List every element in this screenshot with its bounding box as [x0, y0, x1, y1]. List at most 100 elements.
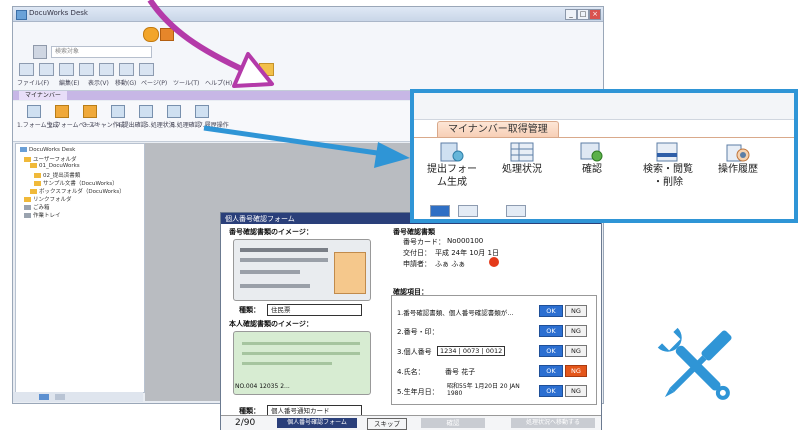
callout-item-operation-history[interactable]: 操作履歴	[708, 141, 768, 176]
tools-wrench-screwdriver-icon	[657, 327, 732, 400]
my-number-form-dialog: 個人番号確認フォーム 番号確認書類のイメージ： 種類： 住民票 本人確認書類のイ…	[220, 212, 602, 430]
ribbon-move-icon[interactable]	[79, 63, 94, 76]
folder-icon	[34, 181, 41, 186]
minimize-button[interactable]: _	[565, 9, 577, 20]
number-field-label-2: 交付日：	[403, 249, 431, 257]
folder-icon	[30, 163, 37, 168]
mtool-label-4: 4.提出確認	[117, 122, 147, 129]
scan-icon[interactable]	[83, 105, 97, 118]
check-5-ok-button[interactable]: OK	[539, 385, 563, 397]
folder-icon	[30, 189, 37, 194]
check-value-4: 番号 花子	[445, 368, 476, 376]
ribbon-edit-icon[interactable]	[39, 63, 54, 76]
callout-topbar	[414, 93, 794, 120]
process-status-icon[interactable]	[139, 105, 153, 118]
skip-button[interactable]: スキップ	[367, 418, 407, 430]
window-titlebar: DocuWorks Desk _ □ ×	[13, 7, 603, 22]
number-field-label-1: 番号カード：	[403, 238, 445, 246]
person-photo-icon	[334, 252, 366, 294]
check-label-5: 5.生年月日：	[397, 388, 439, 396]
card-line	[240, 284, 310, 288]
tree-item-root[interactable]: DocuWorks Desk	[20, 147, 75, 153]
tree-item-02[interactable]: 02_提出済書類	[34, 171, 80, 179]
callout-view-thumb-icon[interactable]	[430, 205, 450, 217]
window-title: DocuWorks Desk	[29, 9, 88, 17]
callout-item-form-generate[interactable]: 提出フォー ム生成	[422, 141, 482, 189]
form-footer-button-1[interactable]: 個人番号確認フォーム	[277, 418, 357, 428]
folder-tree: DocuWorks Desk ユーザーフォルダ 01_DocuWorks 02_…	[15, 143, 145, 393]
search-view-delete-icon	[656, 142, 678, 162]
process-confirm-icon[interactable]	[167, 105, 181, 118]
number-field-value-1: No000100	[447, 237, 484, 245]
page-counter: 2/90	[235, 418, 256, 428]
form-header-title: 個人番号確認フォーム	[225, 215, 295, 223]
ribbon: 検索対象 ファイル(F) 編集(E) 表示(V) 移動(G) ページ(P) ツー…	[13, 22, 603, 91]
number-section-title: 番号確認書類	[393, 228, 435, 236]
callout-label-form-generate: 提出フォー ム生成	[427, 164, 477, 188]
check-label-2: 2.番号・印：	[397, 328, 439, 336]
ribbon-label-view: 表示(V)	[88, 80, 109, 87]
status-list-icon[interactable]	[55, 394, 65, 400]
callout-item-confirm[interactable]: 確認	[562, 141, 622, 176]
check-2-ng-button[interactable]: NG	[565, 325, 587, 337]
card1-type-select[interactable]: 住民票	[267, 304, 362, 316]
move-to-status-button[interactable]: 処理状況へ移動する	[511, 418, 595, 428]
identity-doc-image-title: 本人確認書類のイメージ：	[229, 320, 313, 328]
callout-item-search-view-delete[interactable]: 検索・閲覧 ・削除	[636, 141, 700, 189]
check-value-5: 昭和55年 1月20日 20 JAN 1980	[447, 383, 520, 397]
status-view-icon[interactable]	[39, 394, 49, 400]
check-5-ng-button[interactable]: NG	[565, 385, 587, 397]
folder-icon	[24, 157, 31, 162]
tree-item-link[interactable]: リンクフォルダ	[24, 195, 72, 203]
card1-type-label: 種類：	[239, 306, 260, 314]
callout-label-process-status: 処理状況	[502, 164, 542, 175]
ribbon-label-file: ファイル(F)	[17, 80, 50, 87]
card-line	[242, 352, 360, 355]
check-3-ng-button[interactable]: NG	[565, 345, 587, 357]
check-4-ok-button[interactable]: OK	[539, 365, 563, 377]
submit-confirm-icon[interactable]	[111, 105, 125, 118]
number-doc-image-title: 番号確認書類のイメージ：	[229, 228, 313, 236]
check-4-ng-button[interactable]: NG	[565, 365, 587, 377]
callout-tab-underline	[414, 137, 794, 138]
check-label-4: 4.氏名：	[397, 368, 425, 376]
number-field-value-3: ふぁ ふぁ	[435, 260, 466, 268]
callout-view-list-icon[interactable]	[458, 205, 478, 217]
magenta-arrow-shaft	[147, 0, 250, 75]
ribbon-file-icon[interactable]	[19, 63, 34, 76]
check-1-ng-button[interactable]: NG	[565, 305, 587, 317]
confirm-check-icon	[580, 142, 603, 162]
confirm-button[interactable]: 確認	[421, 418, 485, 428]
tree-item-tray[interactable]: 作業トレイ	[24, 211, 61, 219]
form-generate-icon[interactable]	[27, 105, 41, 118]
tab-my-number[interactable]: マイナンバー	[19, 91, 67, 100]
check-1-ok-button[interactable]: OK	[539, 305, 563, 317]
number-field-label-3: 申請者：	[403, 260, 431, 268]
check-3-ok-button[interactable]: OK	[539, 345, 563, 357]
check-label-3: 3.個人番号	[397, 348, 432, 356]
status-table-icon	[510, 142, 534, 162]
tree-item-01[interactable]: 01_DocuWorks	[30, 163, 80, 169]
desk-icon	[20, 147, 27, 152]
maximize-button[interactable]: □	[577, 9, 589, 20]
form-page-icon[interactable]	[55, 105, 69, 118]
card-line	[242, 342, 360, 345]
callout-label-operation-history: 操作履歴	[718, 164, 758, 175]
check-2-ok-button[interactable]: OK	[539, 325, 563, 337]
ribbon-page-icon[interactable]	[99, 63, 114, 76]
tree-item-box[interactable]: ボックスフォルダ（DocuWorks）	[30, 187, 125, 195]
close-button[interactable]: ×	[589, 9, 601, 20]
callout-view-detail-icon[interactable]	[506, 205, 526, 217]
tree-item-user-folder[interactable]: ユーザーフォルダ	[24, 155, 77, 163]
folder-icon	[24, 197, 31, 202]
printer-icon[interactable]	[33, 45, 47, 59]
magenta-arrow-head	[232, 52, 274, 88]
tree-item-trash[interactable]: ごみ箱	[24, 203, 50, 211]
tree-item-sample[interactable]: サンプル文書（DocuWorks）	[34, 179, 118, 187]
form-generate-icon	[440, 142, 464, 162]
tab-my-number-management[interactable]: マイナンバー取得管理	[437, 121, 559, 137]
magenta-arrow	[147, 0, 274, 88]
callout-label-confirm: 確認	[582, 164, 602, 175]
ribbon-view-icon[interactable]	[59, 63, 74, 76]
callout-item-process-status[interactable]: 処理状況	[492, 141, 552, 176]
